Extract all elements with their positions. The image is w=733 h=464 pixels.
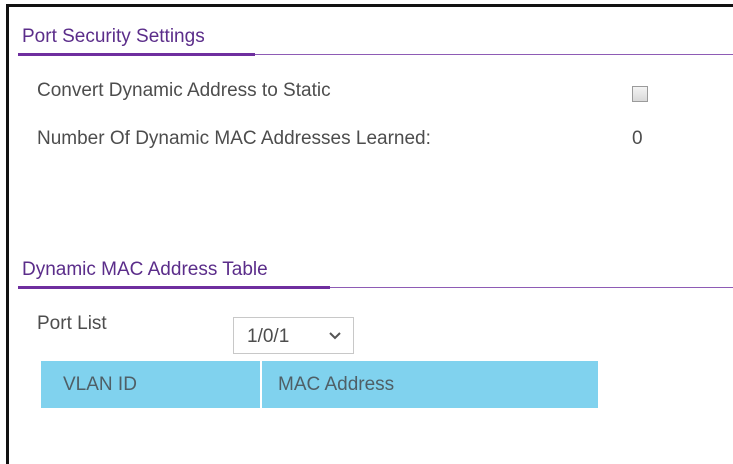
mac-table-header: VLAN ID MAC Address <box>41 361 598 408</box>
column-header-mac-address[interactable]: MAC Address <box>262 361 598 408</box>
port-security-title-underline <box>18 53 255 56</box>
column-header-vlan-id[interactable]: VLAN ID <box>41 361 262 408</box>
chevron-down-icon <box>328 325 342 345</box>
port-security-divider <box>255 54 733 55</box>
port-list-selected-value: 1/0/1 <box>247 326 290 347</box>
dynamic-mac-divider <box>330 287 733 288</box>
learned-count-value: 0 <box>632 128 643 149</box>
port-list-select[interactable]: 1/0/1 <box>233 317 354 354</box>
dynamic-mac-table-title: Dynamic MAC Address Table <box>22 259 268 280</box>
convert-dynamic-label: Convert Dynamic Address to Static <box>37 80 331 101</box>
dynamic-mac-title-underline <box>18 286 330 289</box>
port-list-label: Port List <box>37 313 107 334</box>
port-security-title: Port Security Settings <box>22 26 205 47</box>
convert-dynamic-checkbox[interactable] <box>632 86 648 102</box>
learned-count-label: Number Of Dynamic MAC Addresses Learned: <box>37 128 431 149</box>
